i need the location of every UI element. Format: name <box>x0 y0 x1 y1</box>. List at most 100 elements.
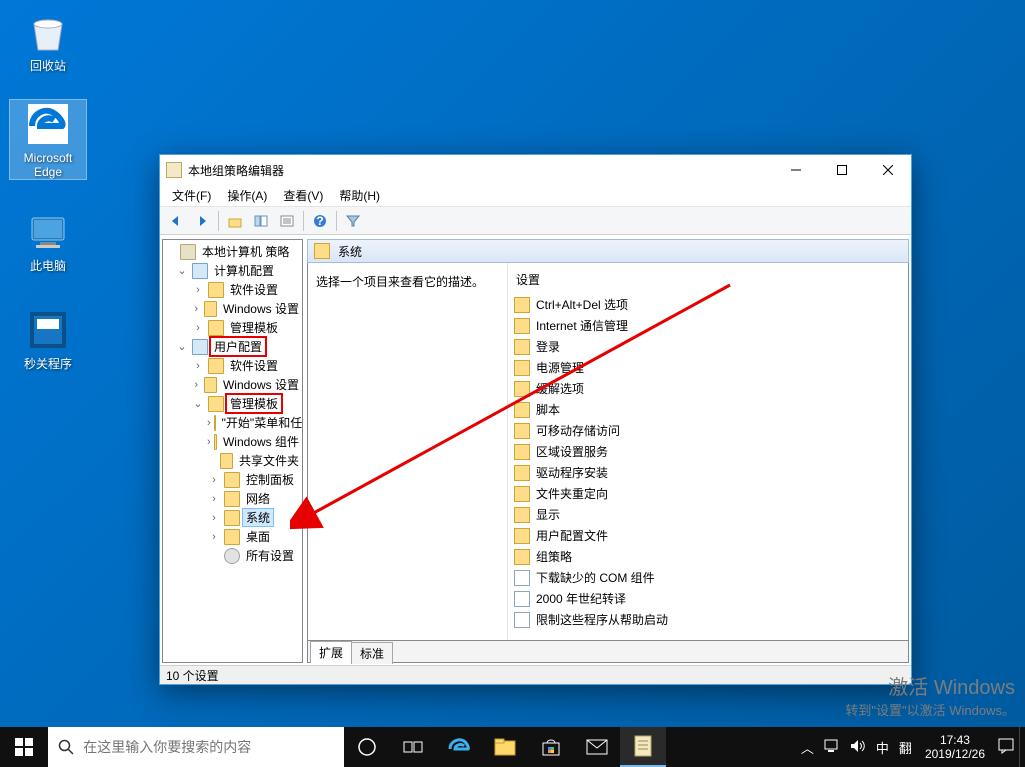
menu-view[interactable]: 查看(V) <box>275 185 331 206</box>
tree-item[interactable]: 共享文件夹 <box>236 452 302 469</box>
tree-system[interactable]: 系统 <box>243 509 273 526</box>
tree-item[interactable]: "开始"菜单和任务栏 <box>219 414 303 431</box>
config-icon <box>192 263 208 279</box>
chevron-right-icon[interactable]: › <box>191 284 205 296</box>
menu-action[interactable]: 操作(A) <box>219 185 275 206</box>
chevron-down-icon[interactable]: ⌄ <box>175 264 189 277</box>
svg-text:?: ? <box>316 214 323 228</box>
list-item[interactable]: 组策略 <box>508 546 908 567</box>
titlebar[interactable]: 本地组策略编辑器 <box>160 155 911 185</box>
tree-item[interactable]: 控制面板 <box>243 471 297 488</box>
tree-user-config[interactable]: 用户配置 <box>211 338 265 355</box>
tree-item[interactable]: 所有设置 <box>243 547 297 564</box>
tray-action-center-icon[interactable] <box>993 738 1019 757</box>
tree-admin-templates[interactable]: 管理模板 <box>227 395 281 412</box>
filter-button[interactable] <box>341 209 365 233</box>
back-button[interactable] <box>164 209 188 233</box>
taskbar-gpedit[interactable] <box>620 727 666 767</box>
tray-volume-icon[interactable] <box>845 739 871 756</box>
desktop-icon-sec-shutdown[interactable]: 秒关程序 <box>10 306 86 371</box>
item-label: 电源管理 <box>536 359 584 376</box>
start-button[interactable] <box>0 727 48 767</box>
show-desktop-button[interactable] <box>1019 727 1025 767</box>
minimize-button[interactable] <box>773 155 819 185</box>
chevron-right-icon[interactable]: › <box>191 322 205 334</box>
tree-item[interactable]: 桌面 <box>243 528 273 545</box>
chevron-right-icon[interactable]: › <box>191 360 205 372</box>
taskbar-edge[interactable] <box>436 727 482 767</box>
tree-pane[interactable]: 本地计算机 策略 ⌄计算机配置 ›软件设置 ›Windows 设置 ›管理模板 … <box>162 239 303 663</box>
maximize-button[interactable] <box>819 155 865 185</box>
folder-icon <box>224 510 240 526</box>
properties-button[interactable] <box>275 209 299 233</box>
taskbar-store[interactable] <box>528 727 574 767</box>
chevron-down-icon[interactable]: ⌄ <box>175 340 189 353</box>
menu-help[interactable]: 帮助(H) <box>331 185 388 206</box>
tree-item[interactable]: Windows 设置 <box>220 300 302 317</box>
show-hide-button[interactable] <box>249 209 273 233</box>
list-item[interactable]: 下载缺少的 COM 组件 <box>508 567 908 588</box>
item-label: 缓解选项 <box>536 380 584 397</box>
search-input[interactable] <box>83 739 344 755</box>
list-item[interactable]: 登录 <box>508 336 908 357</box>
tree-item[interactable]: Windows 组件 <box>220 433 302 450</box>
chevron-right-icon[interactable]: › <box>207 474 221 486</box>
help-button[interactable]: ? <box>308 209 332 233</box>
list-item[interactable]: 缓解选项 <box>508 378 908 399</box>
chevron-down-icon[interactable]: ⌄ <box>191 397 205 410</box>
tray-ime-lang[interactable]: 中 <box>871 738 894 757</box>
tree-item[interactable]: 软件设置 <box>227 281 281 298</box>
tray-chevron-up-icon[interactable]: ︿ <box>796 738 819 757</box>
chevron-right-icon[interactable]: › <box>207 417 211 429</box>
chevron-right-icon[interactable]: › <box>207 436 211 448</box>
list-item[interactable]: 脚本 <box>508 399 908 420</box>
tree-root[interactable]: 本地计算机 策略 <box>199 243 292 260</box>
task-view-button[interactable] <box>390 727 436 767</box>
list-item[interactable]: 文件夹重定向 <box>508 483 908 504</box>
icon-label: 秒关程序 <box>10 357 86 371</box>
desktop-icon-this-pc[interactable]: 此电脑 <box>10 208 86 273</box>
tree-computer-config[interactable]: 计算机配置 <box>211 262 277 279</box>
tree-item[interactable]: 网络 <box>243 490 273 507</box>
tray-ime-mode[interactable]: 翻 <box>894 738 917 757</box>
tree-item[interactable]: Windows 设置 <box>220 376 302 393</box>
list-item[interactable]: Ctrl+Alt+Del 选项 <box>508 294 908 315</box>
chevron-right-icon[interactable]: › <box>191 379 201 391</box>
chevron-right-icon[interactable]: › <box>207 531 221 543</box>
tray-clock[interactable]: 17:43 2019/12/26 <box>917 733 993 761</box>
list-item[interactable]: 限制这些程序从帮助启动 <box>508 609 908 630</box>
list-item[interactable]: 可移动存储访问 <box>508 420 908 441</box>
forward-button[interactable] <box>190 209 214 233</box>
taskbar-explorer[interactable] <box>482 727 528 767</box>
tab-extended[interactable]: 扩展 <box>310 641 352 663</box>
chevron-right-icon[interactable]: › <box>207 512 221 524</box>
detail-tabs: 扩展 标准 <box>307 641 909 663</box>
status-text: 10 个设置 <box>166 667 219 684</box>
search-box[interactable] <box>48 727 344 767</box>
desktop-icon-edge[interactable]: MicrosoftEdge <box>10 100 86 179</box>
close-button[interactable] <box>865 155 911 185</box>
list-item[interactable]: Internet 通信管理 <box>508 315 908 336</box>
chevron-right-icon[interactable]: › <box>191 303 201 315</box>
folder-icon <box>514 360 530 376</box>
list-item[interactable]: 驱动程序安装 <box>508 462 908 483</box>
separator <box>336 211 337 231</box>
list-item[interactable]: 区域设置服务 <box>508 441 908 462</box>
list-item[interactable]: 2000 年世纪转译 <box>508 588 908 609</box>
tree-item[interactable]: 管理模板 <box>227 319 281 336</box>
chevron-right-icon[interactable]: › <box>207 493 221 505</box>
menu-file[interactable]: 文件(F) <box>164 185 219 206</box>
column-header-settings[interactable]: 设置 <box>508 269 908 294</box>
tray-network-icon[interactable] <box>819 739 845 756</box>
taskbar-mail[interactable] <box>574 727 620 767</box>
list-item[interactable]: 显示 <box>508 504 908 525</box>
desktop-icon-recycle-bin[interactable]: 回收站 <box>10 8 86 73</box>
tree-item[interactable]: 软件设置 <box>227 357 281 374</box>
up-button[interactable] <box>223 209 247 233</box>
items-list[interactable]: 设置 Ctrl+Alt+Del 选项Internet 通信管理登录电源管理缓解选… <box>508 263 908 640</box>
status-bar: 10 个设置 <box>160 665 911 684</box>
list-item[interactable]: 用户配置文件 <box>508 525 908 546</box>
tab-standard[interactable]: 标准 <box>351 642 393 664</box>
cortana-button[interactable] <box>344 727 390 767</box>
list-item[interactable]: 电源管理 <box>508 357 908 378</box>
